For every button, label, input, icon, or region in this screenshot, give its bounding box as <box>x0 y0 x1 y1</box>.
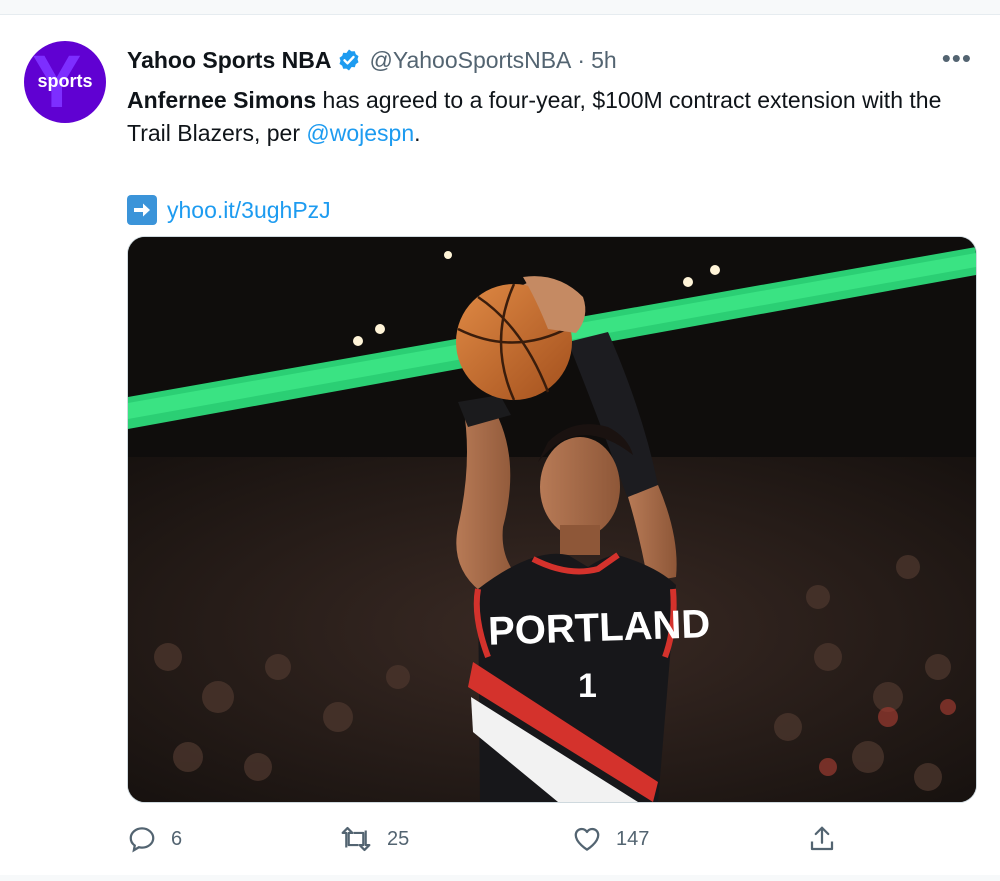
like-button[interactable]: 147 <box>572 821 649 857</box>
tweet-card[interactable]: Y sports Yahoo Sports NBA @YahooSportsNB… <box>0 14 1000 875</box>
more-options-icon[interactable]: ••• <box>942 45 972 71</box>
tweet-photo[interactable]: PORTLAND 1 <box>127 236 977 803</box>
reply-icon <box>129 827 155 853</box>
heart-icon <box>574 827 600 851</box>
retweet-button[interactable]: 25 <box>339 821 409 857</box>
reply-count: 6 <box>171 827 183 850</box>
action-bar: 6 25 147 <box>127 821 987 861</box>
tweet-end: . <box>414 120 421 146</box>
jersey-number: 1 <box>578 667 597 705</box>
share-icon <box>810 826 834 851</box>
reply-button[interactable]: 6 <box>127 821 182 857</box>
link-row: yhoo.it/3ughPzJ <box>127 195 331 225</box>
tweet-text: Anfernee Simons has agreed to a four-yea… <box>127 84 987 150</box>
verified-badge-icon <box>339 49 359 71</box>
timestamp[interactable]: 5h <box>591 47 617 74</box>
right-arrow-emoji-icon <box>127 195 157 225</box>
jersey-text: PORTLAND <box>487 602 711 654</box>
avatar[interactable]: Y sports <box>24 41 106 123</box>
tweet-link[interactable]: yhoo.it/3ughPzJ <box>167 197 331 224</box>
basketball-player-photo: PORTLAND 1 <box>128 237 976 802</box>
share-button[interactable] <box>807 821 837 857</box>
bold-name: Anfernee Simons <box>127 87 317 113</box>
mention-link[interactable]: @wojespn <box>306 120 414 146</box>
retweet-icon <box>341 826 371 852</box>
retweet-count: 25 <box>387 827 410 850</box>
display-name[interactable]: Yahoo Sports NBA <box>127 47 331 74</box>
separator-dot: · <box>577 46 586 73</box>
like-count: 147 <box>616 827 650 850</box>
handle[interactable]: @YahooSportsNBA <box>369 47 571 74</box>
avatar-label: sports <box>37 71 93 91</box>
tweet-header: Yahoo Sports NBA @YahooSportsNBA · 5h <box>127 45 617 75</box>
